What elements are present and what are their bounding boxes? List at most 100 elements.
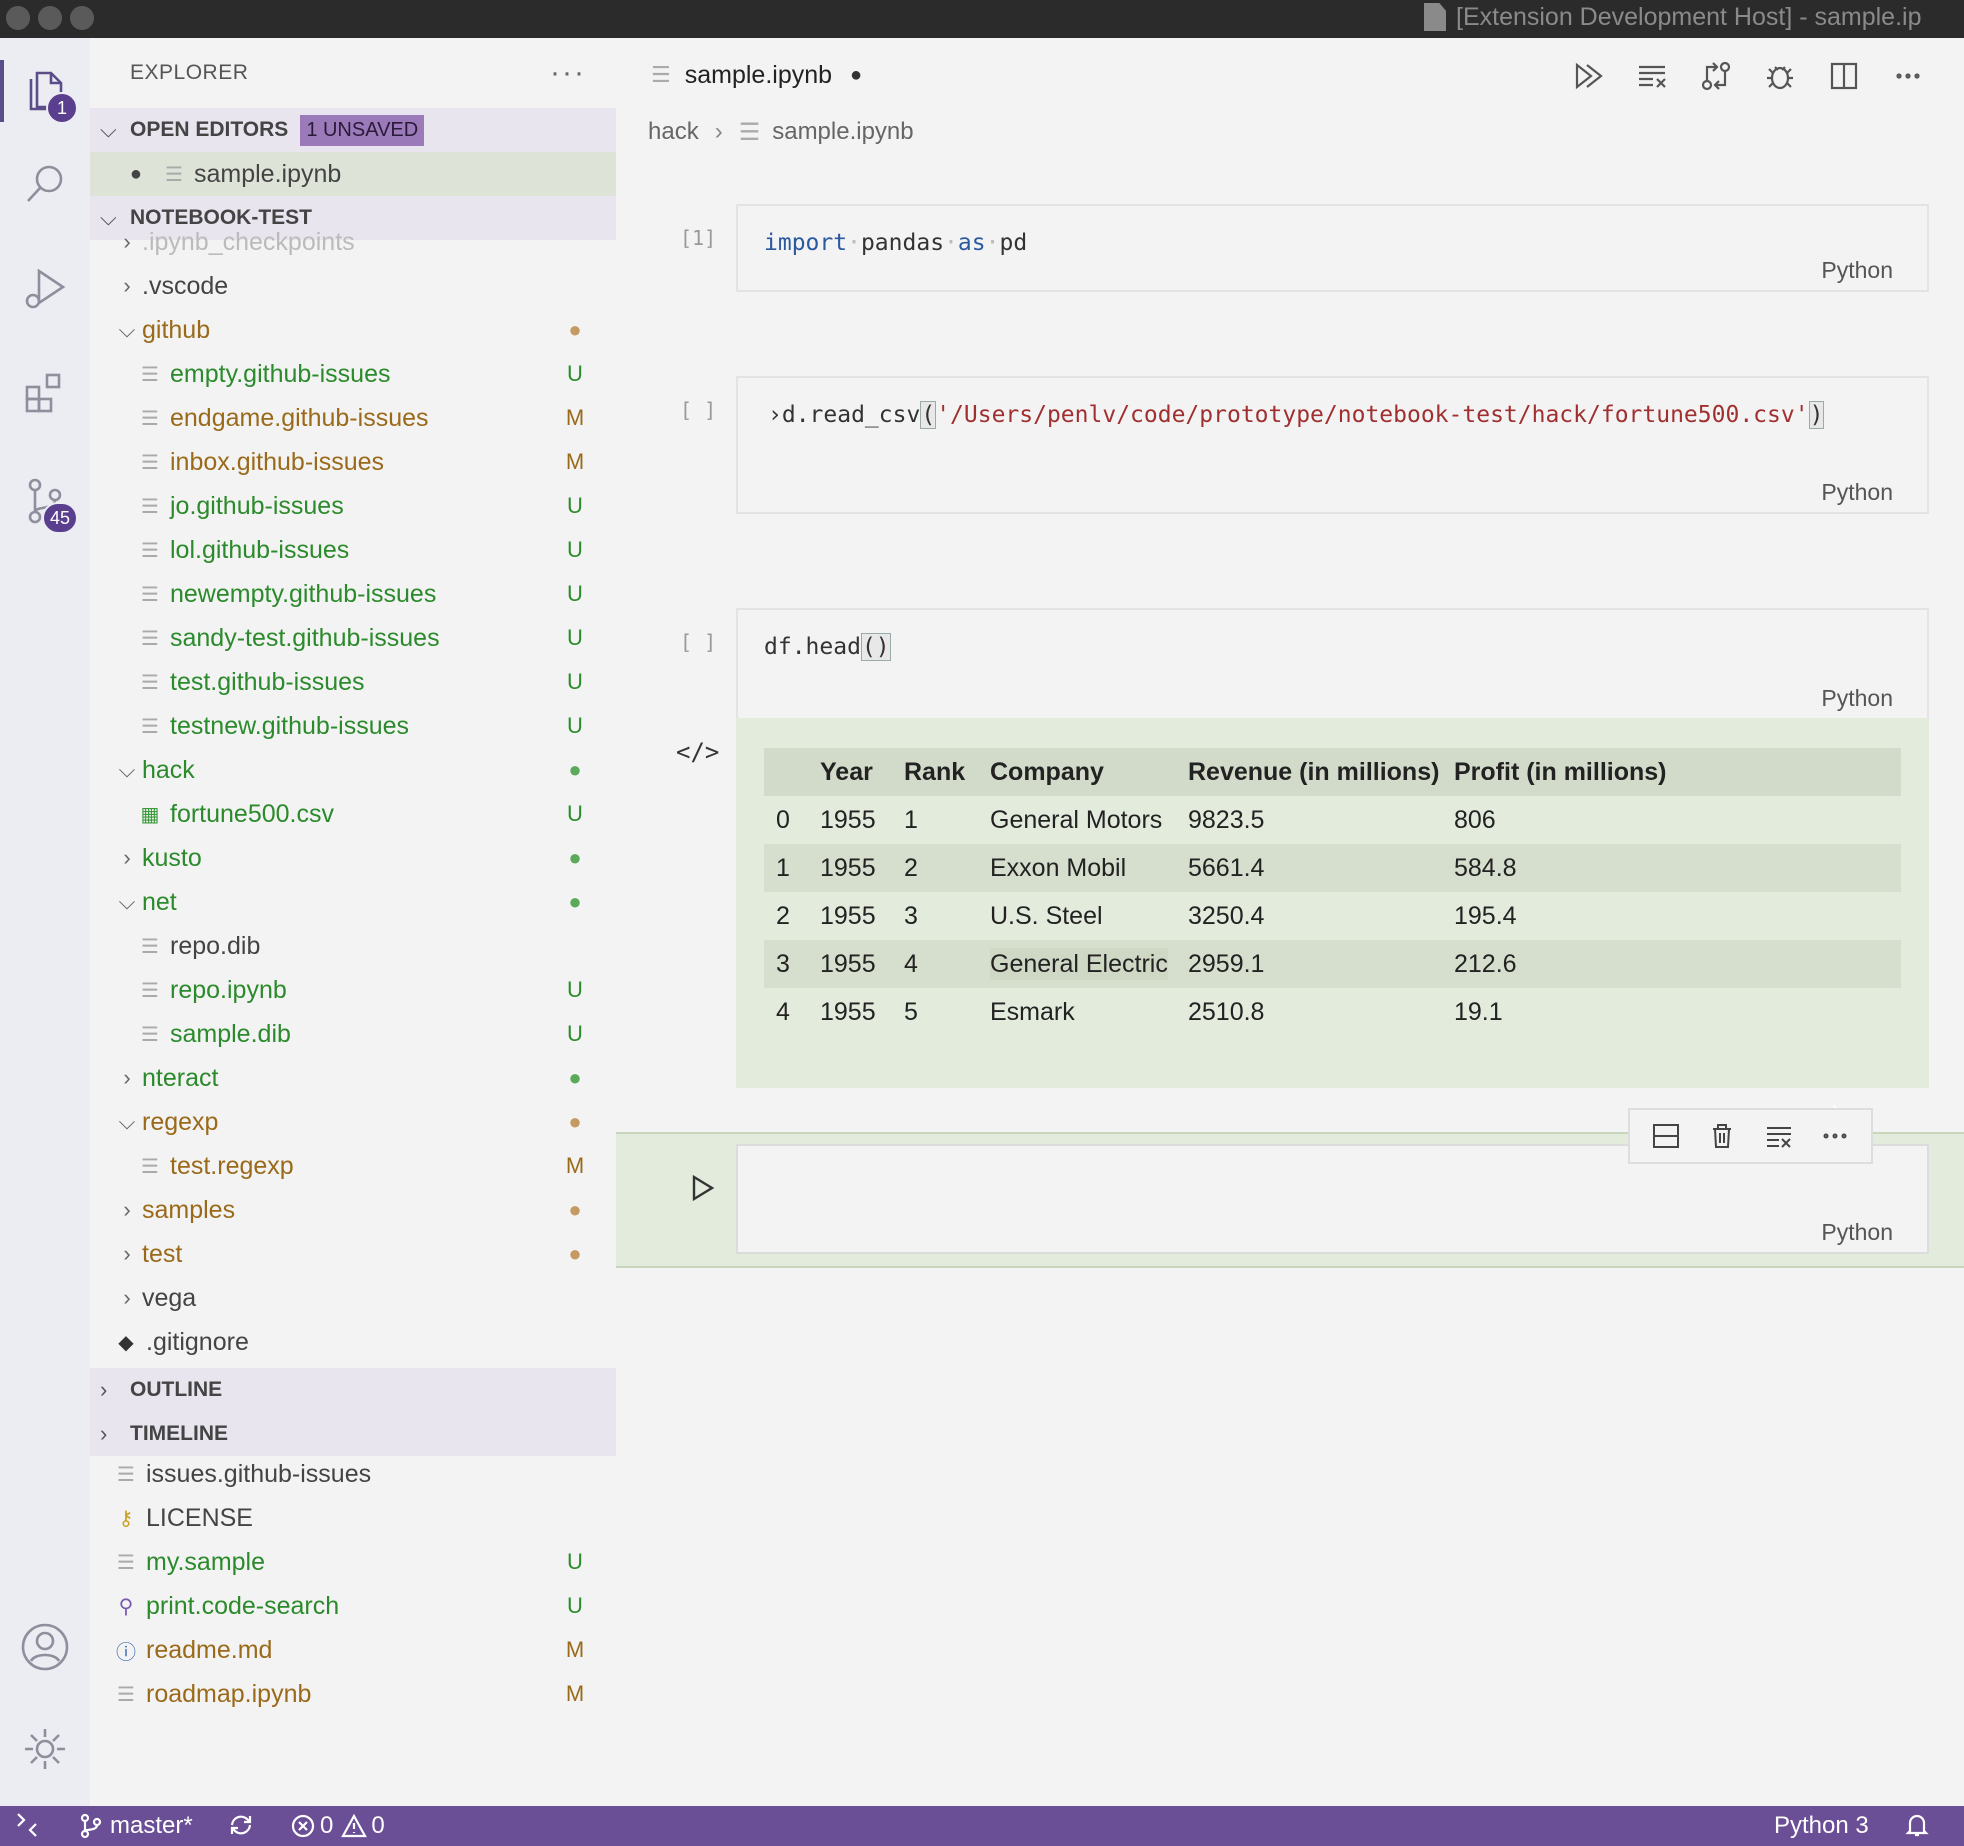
split-editor-button[interactable] (1824, 56, 1864, 96)
breadcrumb-folder[interactable]: hack (648, 118, 699, 146)
problems-indicator[interactable]: 0 0 (290, 1812, 385, 1840)
accounts-activity[interactable] (10, 1612, 80, 1682)
tree-item-label: repo.dib (170, 931, 261, 960)
cell-more-button[interactable] (1820, 1121, 1850, 1151)
tree-item-label: issues.github-issues (146, 1459, 372, 1488)
source-control-activity[interactable]: 45 (10, 466, 80, 536)
tree-item-label: jo.github-issues (170, 491, 344, 520)
sync-button[interactable] (228, 1812, 254, 1838)
tree-item[interactable]: ☰ roadmap.ipynb M (90, 1672, 616, 1716)
extensions-activity[interactable] (10, 358, 80, 428)
tree-item[interactable]: ☰ issues.github-issues (90, 1452, 616, 1496)
dirty-dot-icon[interactable]: ● (90, 163, 142, 186)
cell-2-source[interactable]: ›d.read_csv('/Users/penlv/code/prototype… (768, 401, 1825, 429)
debug-button[interactable] (1760, 56, 1800, 96)
run-debug-icon (25, 268, 66, 309)
tree-item[interactable]: ☰ jo.github-issues U (90, 484, 616, 528)
tree-item[interactable]: › samples ● (90, 1188, 616, 1232)
tree-item[interactable]: ◆ .gitignore (90, 1320, 616, 1364)
tree-item[interactable]: ⚷ LICENSE (90, 1496, 616, 1540)
tree-item[interactable]: ☰ inbox.github-issues M (90, 440, 616, 484)
git-status-decoration: M (565, 1153, 585, 1178)
run-all-button[interactable] (1568, 56, 1608, 96)
code-cell-1[interactable]: import·pandas·as·pd Python (736, 204, 1929, 292)
notifications-button[interactable] (1904, 1812, 1930, 1838)
cell-1-source[interactable]: import·pandas·as·pd (764, 230, 1027, 256)
compare-changes-button[interactable] (1696, 56, 1736, 96)
table-cell-value: 1955 (820, 805, 876, 834)
delete-cell-button[interactable] (1707, 1121, 1737, 1151)
manage-activity[interactable] (10, 1714, 80, 1784)
editor-more-button[interactable] (1888, 56, 1928, 96)
timeline-section[interactable]: › TIMELINE (90, 1412, 616, 1456)
chevron-right-icon: › (123, 1241, 131, 1266)
clear-outputs-button[interactable] (1632, 56, 1672, 96)
tree-item[interactable]: ☰ newempty.github-issues U (90, 572, 616, 616)
clear-output-icon (1766, 1127, 1791, 1148)
tree-item[interactable]: › test ● (90, 1232, 616, 1276)
run-debug-activity[interactable] (10, 254, 80, 324)
cell-3-source[interactable]: df.head() (764, 633, 891, 661)
explorer-more-button[interactable]: ··· (550, 58, 586, 88)
tree-item[interactable]: ☰ my.sample U (90, 1540, 616, 1584)
table-cell-value: 3250.4 (1188, 901, 1265, 930)
outline-section[interactable]: › OUTLINE (90, 1368, 616, 1412)
cell-2-exec-count: [ ] (680, 398, 717, 422)
tree-item[interactable]: › nteract ● (90, 1056, 616, 1100)
close-window-button[interactable] (6, 6, 30, 30)
tree-item[interactable]: ⚲ print.code-search U (90, 1584, 616, 1628)
tree-item[interactable]: ☰ sample.dib U (90, 1012, 616, 1056)
tree-item[interactable]: ⌵ regexp ● (90, 1100, 616, 1144)
code-cell-3[interactable]: df.head() Python (736, 608, 1929, 720)
tree-item[interactable]: ☰ test.regexp M (90, 1144, 616, 1188)
tree-item-label: testnew.github-issues (170, 711, 410, 740)
cell-3-language[interactable]: Python (1821, 685, 1893, 712)
tree-item[interactable]: ☰ testnew.github-issues U (90, 704, 616, 748)
git-status-decoration: U (567, 669, 583, 694)
git-status-decoration: U (567, 493, 583, 518)
output-mimetype-icon[interactable]: </> (676, 738, 719, 766)
tree-item[interactable]: › vega (90, 1276, 616, 1320)
search-activity[interactable] (10, 150, 80, 220)
tree-item[interactable]: ☰ lol.github-issues U (90, 528, 616, 572)
tree-item[interactable]: ☰ repo.dib (90, 924, 616, 968)
open-editor-item[interactable]: ● ☰ sample.ipynb (90, 152, 616, 196)
file-lines-icon: ☰ (141, 1023, 159, 1046)
remote-indicator[interactable] (14, 1812, 40, 1838)
tree-item[interactable]: › kusto ● (90, 836, 616, 880)
explorer-activity[interactable]: 1 (0, 56, 80, 126)
tree-item[interactable]: ☰ endgame.github-issues M (90, 396, 616, 440)
clear-cell-output-button[interactable] (1764, 1121, 1794, 1151)
tree-item[interactable]: ⓘ readme.md M (90, 1628, 616, 1672)
code-cell-2[interactable]: ›d.read_csv('/Users/penlv/code/prototype… (736, 376, 1929, 514)
cell-4-language[interactable]: Python (1821, 1219, 1893, 1246)
run-cell-button[interactable] (688, 1174, 716, 1202)
tree-item[interactable]: ☰ test.github-issues U (90, 660, 616, 704)
tree-item[interactable]: ⌵ github ● (90, 308, 616, 352)
maximize-window-button[interactable] (70, 6, 94, 30)
tree-item-label: .vscode (142, 271, 229, 300)
tree-item-label: empty.github-issues (170, 359, 391, 388)
tree-item[interactable]: ⌵ hack ● (90, 748, 616, 792)
language-indicator[interactable]: Python 3 (1774, 1812, 1869, 1840)
tab-sample-ipynb[interactable]: ☰ sample.ipynb ● (616, 61, 862, 90)
minimize-window-button[interactable] (38, 6, 62, 30)
cell-1-language[interactable]: Python (1821, 257, 1893, 284)
tree-item[interactable]: ⌵ net ● (90, 880, 616, 924)
file-lines-icon: ☰ (141, 539, 159, 562)
table-cell: 0 (764, 796, 820, 844)
tree-item[interactable]: ☰ empty.github-issues U (90, 352, 616, 396)
split-cell-button[interactable] (1651, 1121, 1681, 1151)
breadcrumb-file[interactable]: sample.ipynb (772, 118, 913, 146)
table-cell: 212.6 (1454, 940, 1901, 988)
open-editors-section[interactable]: ⌵ OPEN EDITORS 1 UNSAVED (90, 108, 616, 152)
cell-2-language[interactable]: Python (1821, 479, 1893, 506)
tree-item[interactable]: ☰ repo.ipynb U (90, 968, 616, 1012)
tree-item[interactable]: ☰ sandy-test.github-issues U (90, 616, 616, 660)
modified-dot-icon[interactable]: ● (850, 64, 862, 87)
table-cell-value: 9823.5 (1188, 805, 1265, 834)
branch-indicator[interactable]: master* (78, 1812, 193, 1840)
tree-item[interactable]: ▦ fortune500.csv U (90, 792, 616, 836)
tree-item[interactable]: › .vscode (90, 264, 616, 308)
tree-item[interactable]: › .ipynb_checkpoints (90, 220, 616, 264)
